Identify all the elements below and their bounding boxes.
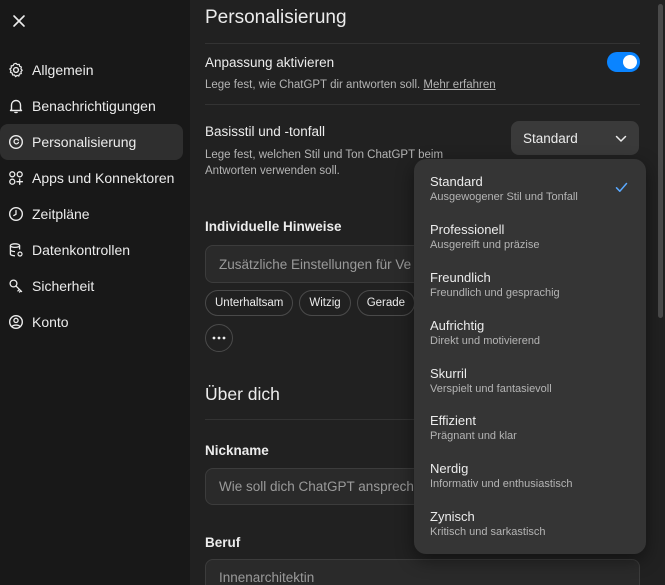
base-style-selected: Standard [523,130,578,146]
about-you-title: Über dich [205,384,280,404]
base-style-desc-line1: Lege fest, welchen Stil und Ton ChatGPT … [205,149,444,161]
close-icon[interactable] [8,10,30,32]
ellipsis-icon [212,336,226,340]
database-icon [7,241,25,259]
option-aufrichtig[interactable]: Aufrichtig Direkt und motivierend [414,311,646,359]
base-style-select[interactable]: Standard [511,121,639,155]
sidebar-item-label: Sicherheit [32,278,95,294]
scrollbar[interactable] [655,0,665,585]
settings-sidebar: Allgemein Benachrichtigungen Personalisi… [0,0,190,585]
sidebar-item-label: Zeitpläne [32,206,90,222]
checkmark-icon [615,180,628,198]
sidebar-item-allgemein[interactable]: Allgemein [0,52,190,88]
customization-title: Anpassung aktivieren [205,55,335,70]
page-title: Personalisierung [205,7,347,28]
option-zynisch[interactable]: Zynisch Kritisch und sarkastisch [414,502,646,550]
sidebar-item-label: Konto [32,314,69,330]
base-style-dropdown: Standard Ausgewogener Stil und Tonfall P… [414,159,646,554]
option-skurril[interactable]: Skurril Verspielt und fantasievoll [414,359,646,407]
chevron-down-icon [615,131,627,146]
option-professionell[interactable]: Professionell Ausgereift und präzise [414,215,646,263]
divider [205,104,640,105]
sidebar-item-datenkontrollen[interactable]: Datenkontrollen [0,232,190,268]
instruction-chips: Unterhaltsam Witzig Gerade [205,290,416,316]
learn-more-link[interactable]: Mehr erfahren [423,79,495,91]
option-standard[interactable]: Standard Ausgewogener Stil und Tonfall [414,167,646,215]
more-options-button[interactable] [205,324,233,352]
nickname-placeholder: Wie soll dich ChatGPT ansprech [219,479,414,494]
chip-gerade[interactable]: Gerade [356,290,416,316]
sidebar-item-apps[interactable]: Apps und Konnektoren [0,160,190,196]
scrollbar-thumb[interactable] [658,4,663,318]
option-freundlich[interactable]: Freundlich Freundlich und gesprachig [414,263,646,311]
bell-icon [7,97,25,115]
base-style-desc-line2: Antworten verwenden soll. [205,165,340,177]
custom-instructions-title: Individuelle Hinweise [205,219,342,234]
option-nerdig[interactable]: Nerdig Informativ und enthusiastisch [414,454,646,502]
customization-desc: Lege fest, wie ChatGPT dir antworten sol… [205,79,496,91]
sidebar-item-label: Apps und Konnektoren [32,170,175,186]
account-icon [7,313,25,331]
sidebar-item-benachrichtigungen[interactable]: Benachrichtigungen [0,88,190,124]
divider [205,43,640,44]
sidebar-item-konto[interactable]: Konto [0,304,190,340]
nickname-label: Nickname [205,443,269,458]
job-label: Beruf [205,535,241,550]
sidebar-item-label: Benachrichtigungen [32,98,156,114]
chip-unterhaltsam[interactable]: Unterhaltsam [205,290,294,316]
custom-instructions-placeholder: Zusätzliche Einstellungen für Ve [219,256,412,272]
sidebar-item-zeitplaene[interactable]: Zeitpläne [0,196,190,232]
sidebar-item-sicherheit[interactable]: Sicherheit [0,268,190,304]
base-style-title: Basisstil und -tonfall [205,124,326,139]
customization-toggle[interactable] [607,52,640,72]
key-icon [7,277,25,295]
toggle-knob [623,55,637,69]
gear-icon [7,61,25,79]
settings-nav: Allgemein Benachrichtigungen Personalisi… [0,52,190,340]
job-value: Innenarchitektin [219,569,315,585]
personalize-icon [7,133,25,151]
sidebar-item-label: Allgemein [32,62,94,78]
clock-icon [7,205,25,223]
job-input[interactable]: Innenarchitektin [205,559,640,585]
sidebar-item-label: Personalisierung [32,134,137,150]
option-effizient[interactable]: Effizient Prägnant und klar [414,406,646,454]
chip-witzig[interactable]: Witzig [299,290,351,316]
sidebar-item-personalisierung[interactable]: Personalisierung [0,124,190,160]
sidebar-item-label: Datenkontrollen [32,242,131,258]
apps-icon [7,169,25,187]
